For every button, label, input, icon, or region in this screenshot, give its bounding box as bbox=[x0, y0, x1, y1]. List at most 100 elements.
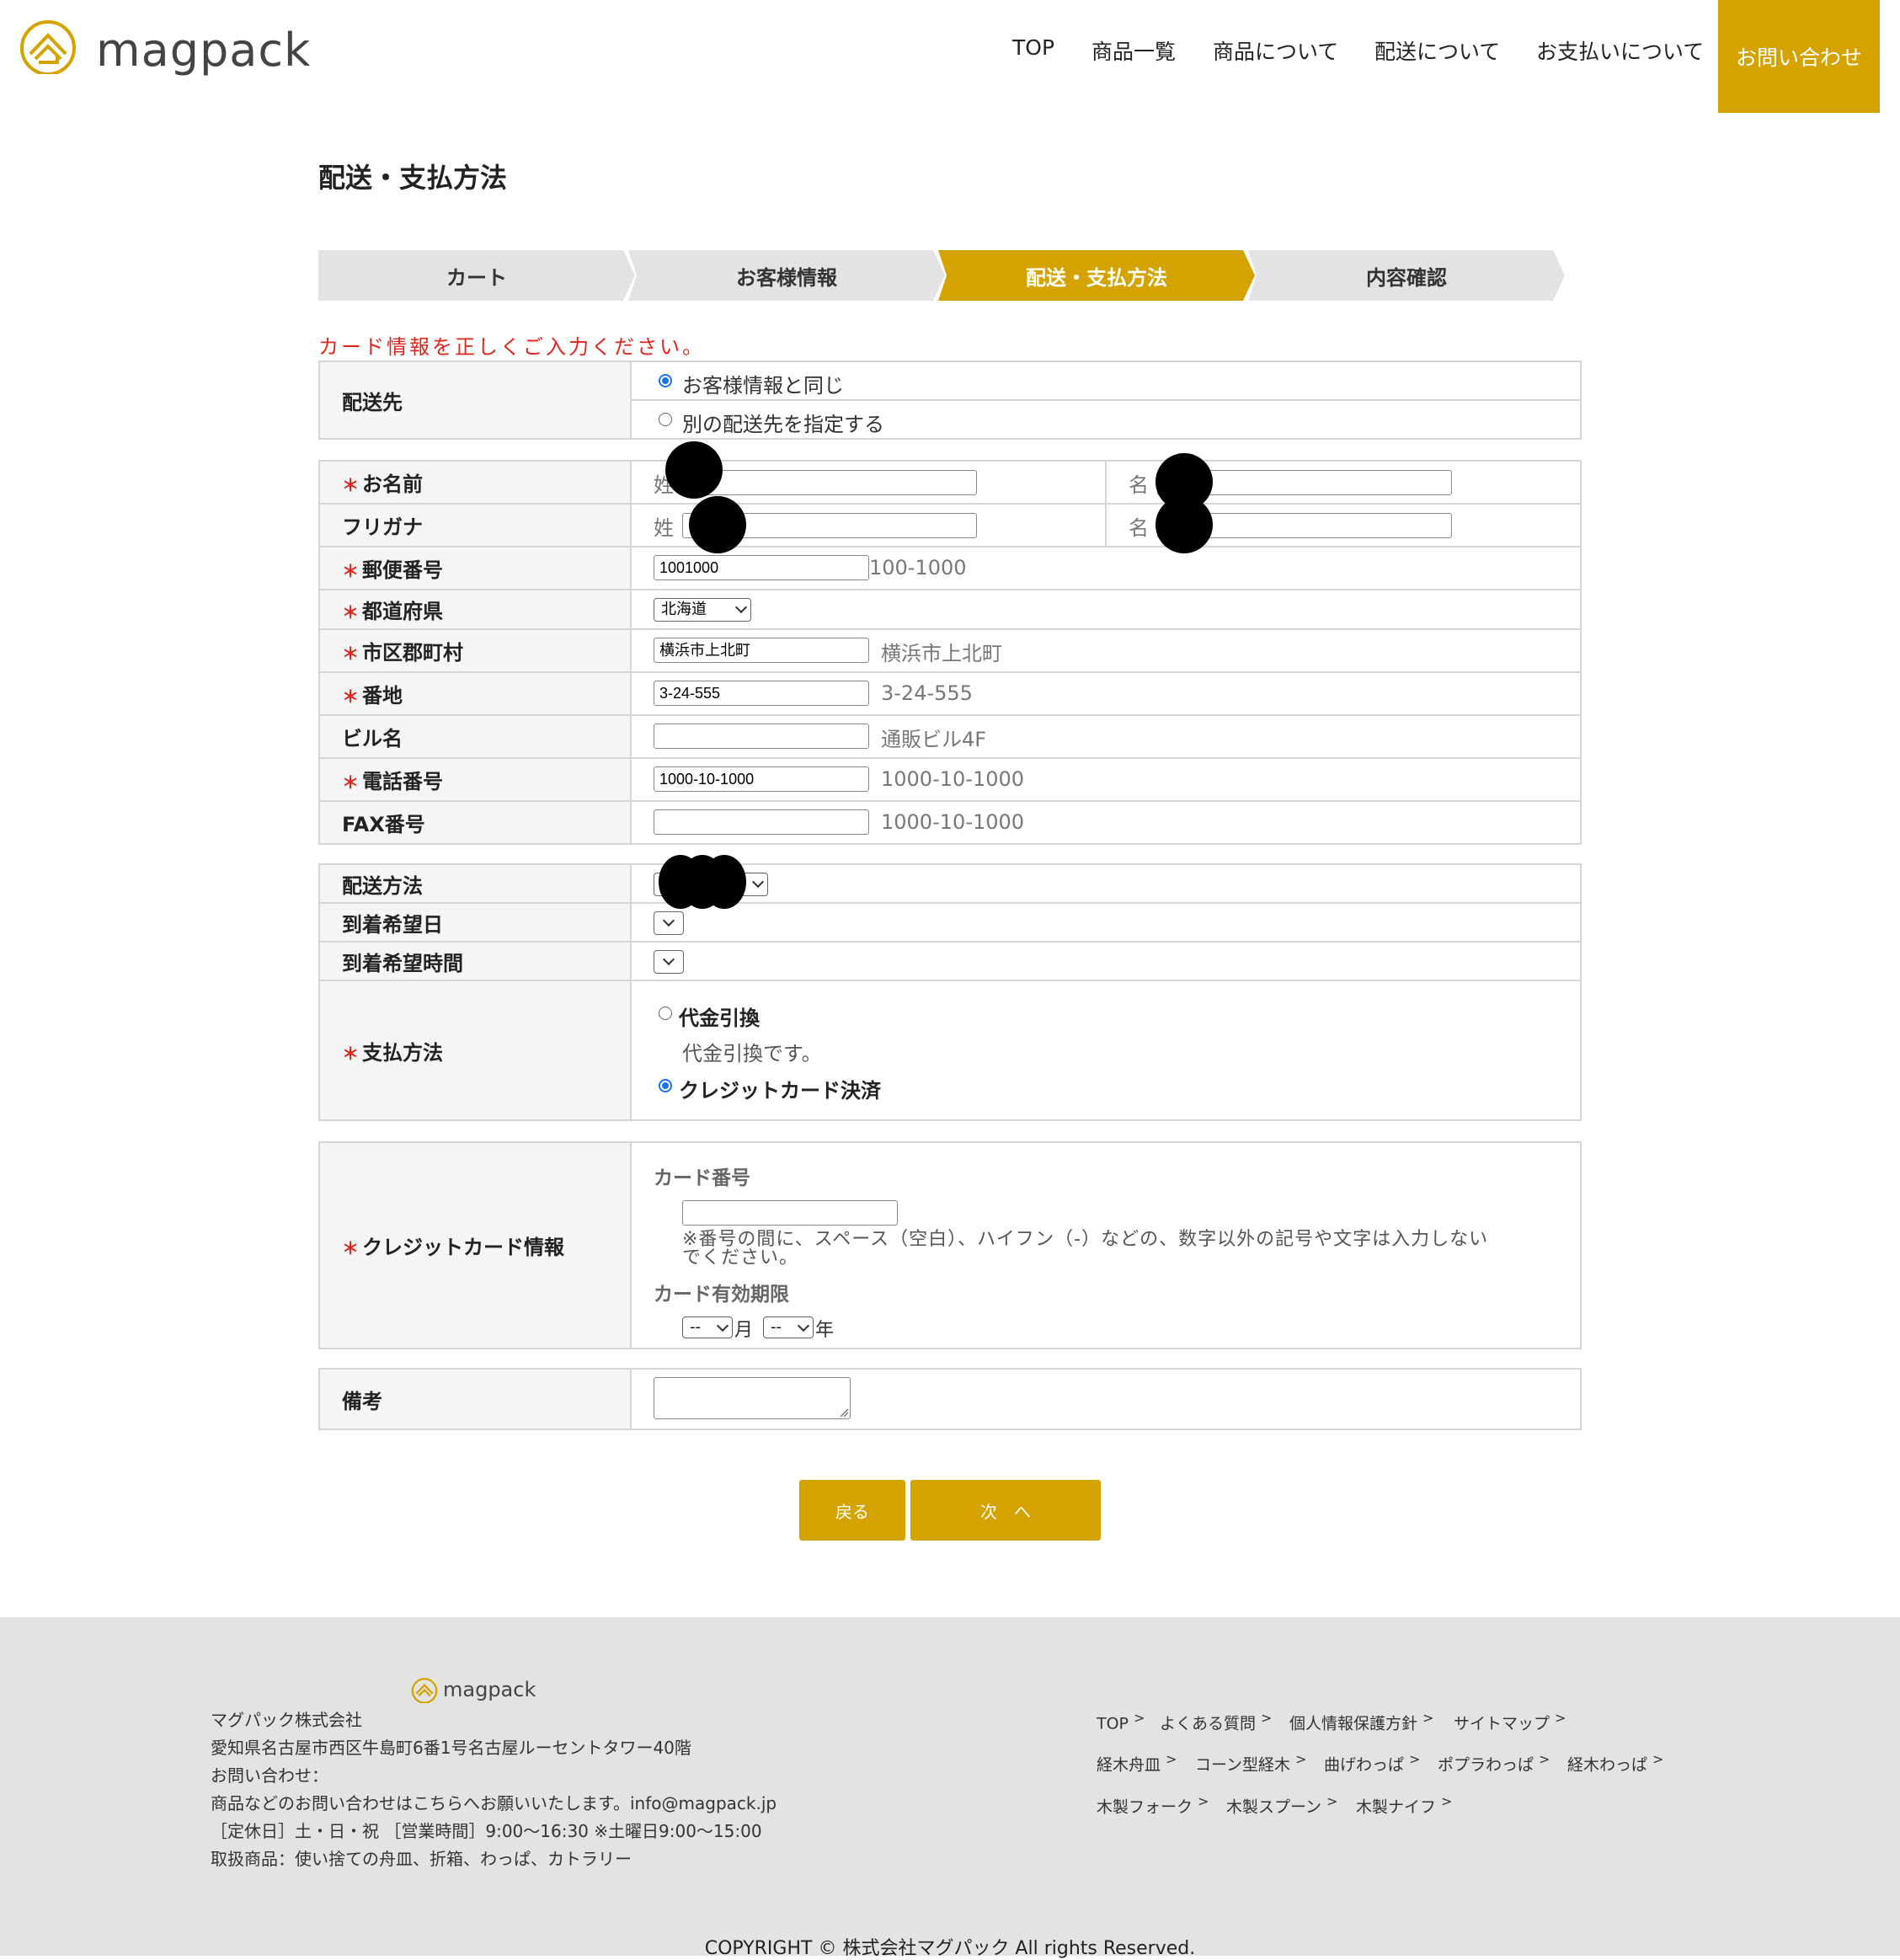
radio-cod[interactable] bbox=[659, 1007, 672, 1020]
logo-text: magpack bbox=[96, 24, 312, 77]
city-input[interactable]: 横浜市上北町 bbox=[654, 638, 869, 663]
destination-label: 配送先 bbox=[318, 360, 632, 440]
tel-input[interactable]: 1000-10-1000 bbox=[654, 766, 869, 792]
radio-same-as-customer-label[interactable]: お客様情報と同じ bbox=[682, 369, 844, 398]
step-cart: カート bbox=[318, 250, 635, 301]
chevron-down-icon bbox=[662, 953, 675, 966]
chevron-down-icon bbox=[797, 1319, 810, 1332]
chevron-down-icon bbox=[716, 1319, 729, 1332]
footer-link-wooden-spoon[interactable]: 木製スプーン > bbox=[1226, 1793, 1337, 1817]
zip-example: 100-1000 bbox=[869, 556, 967, 579]
destination-table: 配送先 お客様情報と同じ 別の配送先を指定する bbox=[318, 360, 1582, 440]
street-label: ＊番地 bbox=[318, 671, 632, 716]
radio-credit-card-label[interactable]: クレジットカード決済 bbox=[679, 1074, 881, 1103]
kana-label: フリガナ bbox=[318, 503, 632, 547]
radio-other-destination[interactable] bbox=[659, 413, 672, 426]
address-table: ＊お名前 姓 名 フリガナ 姓 名 ＊郵便番号 1001000 100-1000 bbox=[318, 441, 1582, 845]
chevron-down-icon bbox=[734, 601, 748, 614]
footer-products: 取扱商品：使い捨ての舟皿、折箱、わっぱ、カトラリー bbox=[211, 1849, 632, 1869]
last-name-input[interactable] bbox=[682, 470, 977, 495]
page-title: 配送・支払方法 bbox=[318, 162, 508, 194]
footer-contact-label: お問い合わせ： bbox=[211, 1765, 328, 1786]
tel-label: ＊電話番号 bbox=[318, 757, 632, 802]
building-input[interactable] bbox=[654, 724, 869, 749]
footer-link-kyogi-wappa[interactable]: 経木わっぱ > bbox=[1567, 1751, 1663, 1775]
footer-link-kyogi-funazara[interactable]: 経木舟皿 > bbox=[1097, 1751, 1177, 1775]
street-example: 3-24-555 bbox=[881, 681, 973, 705]
nav-contact-button[interactable]: お問い合わせ bbox=[1718, 0, 1880, 113]
footer-link-privacy[interactable]: 個人情報保護方針 > bbox=[1289, 1710, 1433, 1733]
footer-contact-email: 商品などのお問い合わせはこちらへお願いいたします。info@magpack.jp bbox=[211, 1793, 777, 1813]
city-example: 横浜市上北町 bbox=[881, 642, 1002, 665]
footer-link-poplar-wappa[interactable]: ポプラわっぱ > bbox=[1438, 1751, 1550, 1775]
nav-about-products[interactable]: 商品について bbox=[1213, 35, 1338, 66]
expiry-year-select[interactable]: -- bbox=[763, 1316, 814, 1338]
footer-link-top[interactable]: TOP > bbox=[1097, 1710, 1145, 1733]
nav-top[interactable]: TOP bbox=[1012, 35, 1054, 60]
last-kana-caption: 姓 bbox=[654, 516, 674, 540]
redaction-mark bbox=[702, 855, 746, 909]
fax-label: FAX番号 bbox=[318, 800, 632, 845]
radio-same-as-customer[interactable] bbox=[659, 374, 672, 387]
card-number-note-cont: でください。 bbox=[682, 1247, 799, 1268]
step-shipping-payment: 配送・支払方法 bbox=[938, 250, 1255, 301]
arrival-date-select[interactable] bbox=[654, 911, 684, 935]
nav-payment[interactable]: お支払いについて bbox=[1536, 35, 1704, 66]
street-input[interactable]: 3-24-555 bbox=[654, 681, 869, 706]
nav-products[interactable]: 商品一覧 bbox=[1091, 35, 1176, 66]
tel-example: 1000-10-1000 bbox=[881, 767, 1025, 791]
zip-input[interactable]: 1001000 bbox=[654, 555, 869, 580]
radio-other-destination-label[interactable]: 別の配送先を指定する bbox=[682, 408, 884, 437]
year-unit: 年 bbox=[815, 1320, 835, 1341]
magpack-logo-icon bbox=[20, 20, 76, 74]
prefecture-select[interactable]: 北海道 bbox=[654, 598, 751, 622]
nav-shipping[interactable]: 配送について bbox=[1374, 35, 1500, 66]
delivery-method-label: 配送方法 bbox=[318, 863, 632, 904]
magpack-logo-icon bbox=[411, 1678, 438, 1703]
footer-link-cone-kyogi[interactable]: コーン型経木 > bbox=[1195, 1751, 1306, 1775]
name-label: ＊お名前 bbox=[318, 460, 632, 505]
card-table: ＊クレジットカード情報 カード番号 ※番号の間に、スペース（空白）、ハイフン（-… bbox=[318, 1141, 1582, 1349]
cod-description: 代金引換です。 bbox=[682, 1042, 822, 1065]
redaction-mark bbox=[689, 496, 746, 553]
remarks-label: 備考 bbox=[318, 1368, 632, 1430]
card-number-note: ※番号の間に、スペース（空白）、ハイフン（-）などの、数字以外の記号や文字は入力… bbox=[682, 1229, 1489, 1250]
footer-link-faq[interactable]: よくある質問 > bbox=[1160, 1710, 1272, 1733]
expiry-month-select[interactable]: -- bbox=[682, 1316, 733, 1338]
card-info-label: ＊クレジットカード情報 bbox=[318, 1141, 632, 1349]
step-confirm: 内容確認 bbox=[1248, 250, 1565, 301]
resize-handle-icon[interactable] bbox=[839, 1407, 849, 1418]
fax-input[interactable] bbox=[654, 809, 869, 835]
footer-link-wooden-knife[interactable]: 木製ナイフ > bbox=[1356, 1793, 1452, 1817]
next-button[interactable]: 次 へ bbox=[910, 1480, 1101, 1541]
remarks-table: 備考 bbox=[318, 1368, 1582, 1430]
card-number-label: カード番号 bbox=[654, 1167, 750, 1189]
footer-link-sitemap[interactable]: サイトマップ > bbox=[1454, 1710, 1566, 1733]
chevron-down-icon bbox=[751, 875, 765, 889]
back-button[interactable]: 戻る bbox=[799, 1480, 905, 1541]
footer-address: 愛知県名古屋市西区牛島町6番1号名古屋ルーセントタワー40階 bbox=[211, 1738, 691, 1758]
delivery-table: 配送方法 到着希望日 到着希望時間 ＊支払方法 代金引換 代金引換です。 クレジ… bbox=[318, 855, 1582, 1121]
radio-credit-card[interactable] bbox=[659, 1079, 672, 1092]
step-customer-info: お客様情報 bbox=[628, 250, 945, 301]
month-unit: 月 bbox=[734, 1320, 754, 1341]
first-name-caption: 名 bbox=[1129, 473, 1149, 497]
fax-example: 1000-10-1000 bbox=[881, 810, 1025, 834]
site-logo[interactable]: magpack bbox=[19, 20, 339, 79]
card-number-input[interactable] bbox=[682, 1200, 898, 1226]
footer-link-wooden-fork[interactable]: 木製フォーク > bbox=[1097, 1793, 1209, 1817]
building-label: ビル名 bbox=[318, 714, 632, 759]
arrival-time-select[interactable] bbox=[654, 950, 684, 974]
site-footer: magpack マグパック株式会社 愛知県名古屋市西区牛島町6番1号名古屋ルーセ… bbox=[0, 1617, 1900, 1956]
footer-hours: ［定休日］土・日・祝 ［営業時間］9:00〜16:30 ※土曜日9:00〜15:… bbox=[211, 1821, 762, 1841]
footer-link-magewappa[interactable]: 曲げわっぱ > bbox=[1324, 1751, 1420, 1775]
zip-label: ＊郵便番号 bbox=[318, 546, 632, 590]
footer-logo-text: magpack bbox=[443, 1678, 536, 1701]
prefecture-label: ＊都道府県 bbox=[318, 589, 632, 630]
remarks-textarea[interactable] bbox=[654, 1377, 851, 1419]
footer-logo[interactable]: magpack bbox=[411, 1678, 546, 1705]
copyright: COPYRIGHT © 株式会社マグパック All rights Reserve… bbox=[704, 1938, 1196, 1959]
arrival-time-label: 到着希望時間 bbox=[318, 941, 632, 981]
radio-cod-label[interactable]: 代金引換 bbox=[679, 1001, 760, 1031]
site-header: magpack TOP 商品一覧 商品について 配送について お支払いについて … bbox=[0, 0, 1900, 113]
